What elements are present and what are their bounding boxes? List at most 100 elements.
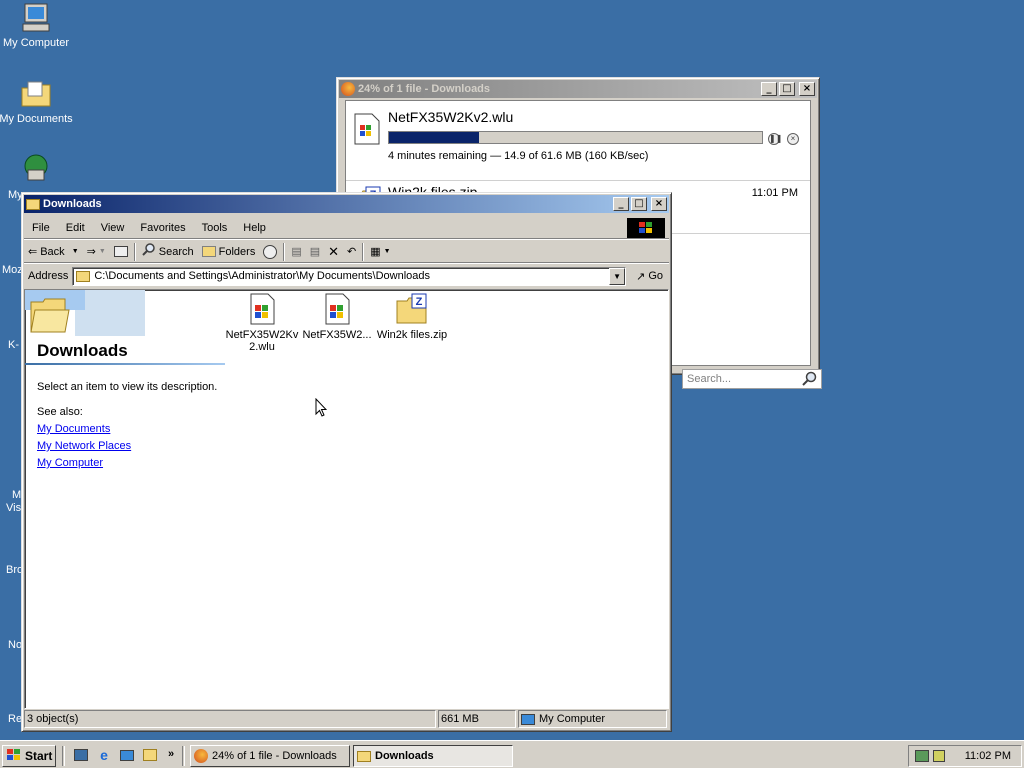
menu-edit[interactable]: Edit <box>58 222 93 234</box>
status-object-count: 3 object(s) <box>24 710 436 728</box>
address-bar: Address C:\Documents and Settings\Admini… <box>24 265 669 287</box>
delete-button[interactable]: ✕ <box>324 242 343 262</box>
download-window-titlebar[interactable]: 24% of 1 file - Downloads _ □ × <box>339 80 817 98</box>
chevron-down-icon: ▼ <box>383 248 391 255</box>
download-search-input[interactable]: Search... <box>682 369 822 389</box>
desktop-icon-network[interactable] <box>0 152 74 187</box>
wlu-file-icon <box>321 293 353 325</box>
forward-arrow-icon: ⇒ <box>86 246 96 258</box>
download-progress-fill <box>389 132 479 143</box>
outlook-express-icon[interactable] <box>118 746 136 764</box>
file-item[interactable]: NetFX35W2... <box>299 293 375 341</box>
views-button[interactable]: ▦ ▼ <box>366 242 394 262</box>
chevron-down-icon[interactable]: ▼ <box>609 267 626 285</box>
move-to-button[interactable]: ▤ <box>287 242 305 262</box>
copy-to-button[interactable]: ▤ <box>306 242 324 262</box>
my-computer-icon <box>521 713 535 725</box>
status-size-text: 661 MB <box>441 713 479 725</box>
toolbar-separator <box>133 242 136 261</box>
wlu-file-icon <box>246 293 278 325</box>
search-label: Search <box>158 245 194 258</box>
download-item[interactable]: NetFX35W2Kv2.wlu ❚❚ × 4 minutes remainin… <box>346 101 810 181</box>
svg-text:Z: Z <box>416 296 423 308</box>
windows-logo-icon <box>627 218 665 238</box>
search-button[interactable]: Search <box>138 242 198 262</box>
taskbar-button-downloads-manager[interactable]: 24% of 1 file - Downloads <box>190 745 350 767</box>
desktop-partial-label: M <box>12 489 22 501</box>
menu-favorites[interactable]: Favorites <box>132 222 193 234</box>
folder-title: Downloads <box>37 341 128 360</box>
address-value: C:\Documents and Settings\Administrator\… <box>94 270 430 282</box>
clock[interactable]: 11:02 PM <box>965 750 1011 762</box>
copy-to-icon: ▤ <box>309 246 321 258</box>
desktop-icon-label: My Computer <box>2 37 70 49</box>
forward-button[interactable]: ⇒ ▼ <box>83 242 110 262</box>
folder-content: Downloads Select an item to view its des… <box>24 289 669 709</box>
network-places-icon <box>20 152 52 184</box>
volume-icon[interactable] <box>933 750 945 762</box>
up-folder-button[interactable] <box>110 242 132 262</box>
maximize-button[interactable]: □ <box>631 197 647 211</box>
pause-icon[interactable]: ❚❚ <box>768 133 782 145</box>
standard-toolbar: ⇐ Back ▼ ⇒ ▼ Search Folders ▤ ▤ ✕ ↶ ▦ ▼ <box>24 241 669 263</box>
minimize-button[interactable]: _ <box>613 197 629 211</box>
status-location: My Computer <box>518 710 667 728</box>
back-label: Back <box>40 245 65 258</box>
status-size: 661 MB <box>438 710 516 728</box>
toolbar-separator <box>362 242 365 261</box>
go-button[interactable]: ↗ Go <box>630 266 669 286</box>
toolbar-separator <box>182 746 185 766</box>
menu-tools[interactable]: Tools <box>194 222 236 234</box>
desktop-partial-label: Vis <box>6 502 22 514</box>
go-label: Go <box>648 270 663 282</box>
address-input[interactable]: C:\Documents and Settings\Administrator\… <box>72 266 627 286</box>
explorer-titlebar[interactable]: Downloads _ □ × <box>24 195 669 213</box>
desktop-icon-my-documents[interactable]: My Documents <box>0 78 74 125</box>
download-progress-bar <box>388 131 763 144</box>
chevron-down-icon[interactable]: ▼ <box>99 248 106 255</box>
maximize-button[interactable]: □ <box>779 82 795 96</box>
mouse-cursor-icon <box>315 397 328 421</box>
toolbar-separator <box>62 746 65 766</box>
file-name: Win2k files.zip <box>376 329 448 341</box>
minimize-button[interactable]: _ <box>761 82 777 96</box>
chevron-down-icon[interactable]: ▼ <box>72 248 79 255</box>
start-button[interactable]: Start <box>2 745 56 767</box>
menu-bar: File Edit View Favorites Tools Help <box>24 217 669 239</box>
wlu-file-icon <box>354 113 380 148</box>
link-my-computer[interactable]: My Computer <box>37 457 103 469</box>
cancel-icon[interactable]: × <box>787 133 799 145</box>
search-computer-icon[interactable] <box>141 746 159 764</box>
back-button[interactable]: ⇐ Back ▼ <box>24 242 83 262</box>
undo-button[interactable]: ↶ <box>343 242 360 262</box>
search-icon[interactable] <box>802 371 818 390</box>
history-icon <box>263 244 278 259</box>
show-desktop-icon[interactable] <box>72 746 90 764</box>
taskbar-button-explorer[interactable]: Downloads <box>353 745 513 767</box>
move-to-icon: ▤ <box>291 246 302 258</box>
folder-banner-graphic <box>25 290 145 336</box>
internet-explorer-icon[interactable]: e <box>95 746 113 764</box>
network-status-icon[interactable] <box>915 750 929 762</box>
item-description: Select an item to view its description. <box>37 381 218 393</box>
go-arrow-icon: ↗ <box>636 270 646 283</box>
history-button[interactable] <box>259 242 281 262</box>
close-button[interactable]: × <box>651 197 667 211</box>
undo-icon: ↶ <box>347 246 357 258</box>
menu-file[interactable]: File <box>24 222 58 234</box>
link-my-network-places[interactable]: My Network Places <box>37 440 131 452</box>
file-name: NetFX35W2Kv <box>225 329 299 341</box>
link-my-documents[interactable]: My Documents <box>37 423 110 435</box>
file-name: NetFX35W2... <box>302 329 372 341</box>
close-button[interactable]: × <box>799 82 815 96</box>
quick-launch-more-icon[interactable]: » <box>168 748 174 760</box>
menu-help[interactable]: Help <box>235 222 274 234</box>
folders-button[interactable]: Folders <box>198 242 260 262</box>
desktop-icon-my-computer[interactable]: My Computer <box>0 2 74 49</box>
desktop-partial-label: No <box>8 639 23 651</box>
file-item[interactable]: Z Win2k files.zip <box>374 293 450 341</box>
toolbar-separator <box>283 242 286 261</box>
menu-view[interactable]: View <box>93 222 133 234</box>
desktop-partial-label: K- <box>8 339 19 351</box>
file-item[interactable]: NetFX35W2Kv 2.wlu <box>224 293 300 353</box>
